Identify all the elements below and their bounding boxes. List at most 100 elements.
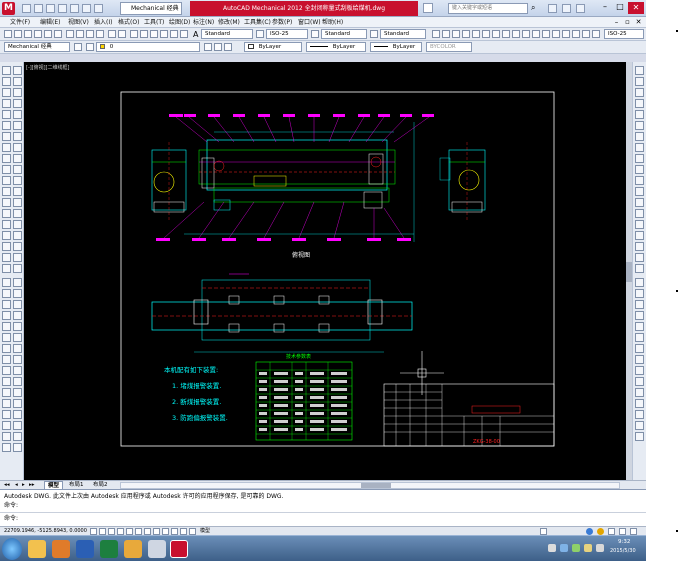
redo-icon[interactable] bbox=[94, 4, 103, 13]
snap-quadrant-icon[interactable] bbox=[635, 344, 644, 353]
mech-draw-icon-9[interactable] bbox=[13, 154, 22, 163]
word-taskbar-icon[interactable] bbox=[76, 540, 94, 558]
publish-icon[interactable] bbox=[54, 30, 62, 38]
grid-mode-icon[interactable] bbox=[99, 528, 106, 535]
chamfer-icon[interactable] bbox=[2, 421, 11, 430]
workspace-dropdown[interactable]: Mechanical 经典 bbox=[120, 2, 182, 15]
dim-diameter-icon[interactable] bbox=[635, 132, 644, 141]
erase-icon[interactable] bbox=[2, 278, 11, 287]
mech-draw-icon-4[interactable] bbox=[13, 99, 22, 108]
search-icon[interactable]: ⌕ bbox=[531, 3, 541, 13]
insert-block-icon[interactable] bbox=[2, 187, 11, 196]
menu-format[interactable]: 格式(O) bbox=[118, 17, 139, 28]
mech-modify-icon-8[interactable] bbox=[13, 355, 22, 364]
arc-icon[interactable] bbox=[2, 121, 11, 130]
spline-icon[interactable] bbox=[2, 154, 11, 163]
maximize-icon[interactable]: □ bbox=[613, 2, 627, 14]
break-icon[interactable] bbox=[2, 399, 11, 408]
polyline-icon[interactable] bbox=[2, 88, 11, 97]
mtext-icon[interactable] bbox=[2, 264, 11, 273]
app-menu-icon[interactable]: M bbox=[2, 2, 15, 15]
dim-angular-icon[interactable] bbox=[635, 143, 644, 152]
mirror-icon[interactable] bbox=[2, 300, 11, 309]
menu-edit[interactable]: 编辑(E) bbox=[40, 17, 60, 28]
mech-tool-icon-13[interactable] bbox=[552, 30, 560, 38]
mech-tool-icon-1[interactable] bbox=[432, 30, 440, 38]
transparency-mode-icon[interactable] bbox=[180, 528, 187, 535]
mech-tool-icon-11[interactable] bbox=[532, 30, 540, 38]
mech-tool-icon-16[interactable] bbox=[582, 30, 590, 38]
ellipse-icon[interactable] bbox=[2, 165, 11, 174]
mech-modify-icon-11[interactable] bbox=[13, 388, 22, 397]
dim-jogged-icon[interactable] bbox=[635, 121, 644, 130]
center-mark-icon[interactable] bbox=[635, 220, 644, 229]
tray-expand-icon[interactable] bbox=[548, 544, 556, 552]
dim-break-icon[interactable] bbox=[635, 198, 644, 207]
mech-draw-icon-13[interactable] bbox=[13, 198, 22, 207]
mech-tool-icon-5[interactable] bbox=[472, 30, 480, 38]
line-icon[interactable] bbox=[2, 66, 11, 75]
polygon-icon[interactable] bbox=[2, 99, 11, 108]
mech-tool-icon-14[interactable] bbox=[562, 30, 570, 38]
mech-tool-icon-12[interactable] bbox=[542, 30, 550, 38]
minimize-icon[interactable]: – bbox=[598, 2, 612, 14]
qq-taskbar-icon[interactable] bbox=[124, 540, 142, 558]
mech-draw-icon-10[interactable] bbox=[13, 165, 22, 174]
mech-modify-icon-7[interactable] bbox=[13, 344, 22, 353]
mech-draw-icon-14[interactable] bbox=[13, 209, 22, 218]
doc-close-icon[interactable]: ✕ bbox=[634, 18, 643, 27]
clean-screen-icon[interactable] bbox=[630, 528, 637, 535]
mech-draw-icon-11[interactable] bbox=[13, 176, 22, 185]
mech-draw-icon-8[interactable] bbox=[13, 143, 22, 152]
rotate-icon[interactable] bbox=[2, 344, 11, 353]
osnap-settings-icon[interactable] bbox=[635, 432, 644, 441]
snap-mode-icon[interactable] bbox=[90, 528, 97, 535]
chrome-taskbar-icon[interactable] bbox=[148, 540, 166, 558]
saveas-icon[interactable] bbox=[58, 4, 67, 13]
undo-icon[interactable] bbox=[82, 4, 91, 13]
table-icon[interactable] bbox=[2, 253, 11, 262]
layer-state-icon[interactable] bbox=[224, 43, 232, 51]
mech-modify-icon-5[interactable] bbox=[13, 322, 22, 331]
ellipse-arc-icon[interactable] bbox=[2, 176, 11, 185]
horizontal-scrollbar-thumb[interactable] bbox=[361, 483, 391, 488]
drawing-canvas[interactable]: [-][俯视][二维线框] 俯视图 本机配有如下装置: 1. 堵煤报警装置. 2… bbox=[24, 62, 626, 480]
snap-midpoint-icon[interactable] bbox=[635, 289, 644, 298]
osnap-mode-icon[interactable] bbox=[126, 528, 133, 535]
snap-nearest-icon[interactable] bbox=[635, 410, 644, 419]
ducs-mode-icon[interactable] bbox=[153, 528, 160, 535]
tray-volume-icon[interactable] bbox=[584, 544, 592, 552]
workspace-switch-icon[interactable] bbox=[586, 528, 593, 535]
qnew-icon[interactable] bbox=[4, 30, 12, 38]
toolpalette-icon[interactable] bbox=[180, 30, 188, 38]
mech-modify-icon-10[interactable] bbox=[13, 377, 22, 386]
dyn-mode-icon[interactable] bbox=[162, 528, 169, 535]
make-block-icon[interactable] bbox=[2, 198, 11, 207]
mech-draw-icon-16[interactable] bbox=[13, 231, 22, 240]
mech-modify-icon-14[interactable] bbox=[13, 421, 22, 430]
copy-icon[interactable] bbox=[76, 30, 84, 38]
menu-help[interactable]: 帮助(H) bbox=[322, 17, 343, 28]
make-current-icon[interactable] bbox=[204, 43, 212, 51]
snap-perpendicular-icon[interactable] bbox=[635, 366, 644, 375]
layer-dropdown[interactable]: 0 bbox=[96, 42, 200, 52]
arrow-down-icon[interactable] bbox=[423, 3, 433, 13]
mech-draw-icon-2[interactable] bbox=[13, 77, 22, 86]
copy-object-icon[interactable] bbox=[2, 289, 11, 298]
stretch-icon[interactable] bbox=[2, 366, 11, 375]
mech-tool-icon-4[interactable] bbox=[462, 30, 470, 38]
snap-apparent-icon[interactable] bbox=[635, 311, 644, 320]
designcenter-icon[interactable] bbox=[170, 30, 178, 38]
mech-draw-icon-18[interactable] bbox=[13, 253, 22, 262]
save-icon[interactable] bbox=[46, 4, 55, 13]
circle-icon[interactable] bbox=[2, 132, 11, 141]
dim-update-icon[interactable] bbox=[635, 264, 644, 273]
menu-draw[interactable]: 绘图(D) bbox=[169, 17, 190, 28]
mech-modify-icon-15[interactable] bbox=[13, 432, 22, 441]
menu-window[interactable]: 窗口(W) bbox=[298, 17, 321, 28]
mech-tool-icon-3[interactable] bbox=[452, 30, 460, 38]
snap-extension-icon[interactable] bbox=[635, 322, 644, 331]
mech-modify-icon-3[interactable] bbox=[13, 300, 22, 309]
mech-modify-icon-4[interactable] bbox=[13, 311, 22, 320]
autocad-taskbar-icon[interactable] bbox=[170, 540, 188, 558]
